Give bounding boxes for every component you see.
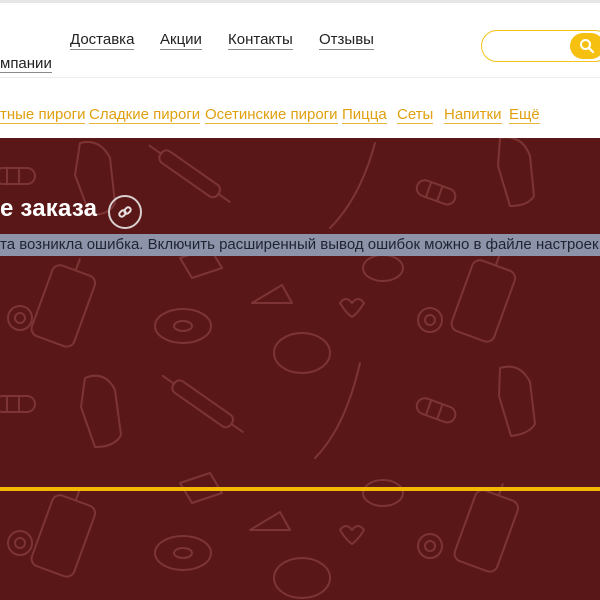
about-company-link[interactable]: мпании <box>0 55 52 73</box>
category-nav: тные пироги Сладкие пироги Осетинские пи… <box>0 78 600 138</box>
nav-delivery[interactable]: Доставка <box>70 31 135 50</box>
hero-section: е заказа та возникла ошибка. Включить ра… <box>0 138 600 600</box>
nav-promotions[interactable]: Акции <box>160 31 202 50</box>
link-icon <box>118 206 132 218</box>
site-header: мпании Доставка Акции Контакты Отзывы <box>0 3 600 78</box>
page-title: е заказа <box>0 195 98 222</box>
search-input[interactable] <box>494 37 564 55</box>
category-drinks[interactable]: Напитки <box>444 106 502 124</box>
search-button[interactable] <box>570 33 600 59</box>
accent-divider <box>0 487 600 491</box>
category-sweet-pies[interactable]: Сладкие пироги <box>89 106 201 124</box>
category-sets[interactable]: Сеты <box>397 106 434 124</box>
category-savory-pies[interactable]: тные пироги <box>0 106 86 124</box>
category-ossetian-pies[interactable]: Осетинские пироги <box>205 106 338 124</box>
category-more[interactable]: Ещё <box>509 106 540 124</box>
category-pizza[interactable]: Пицца <box>342 106 387 124</box>
copy-link-button[interactable] <box>108 195 142 229</box>
nav-contacts[interactable]: Контакты <box>228 31 293 50</box>
error-message-text: та возникла ошибка. Включить расширенный… <box>0 236 600 253</box>
error-message-bar: та возникла ошибка. Включить расширенный… <box>0 234 600 256</box>
nav-reviews[interactable]: Отзывы <box>319 31 374 50</box>
search-box <box>481 30 600 62</box>
search-icon <box>580 39 595 54</box>
